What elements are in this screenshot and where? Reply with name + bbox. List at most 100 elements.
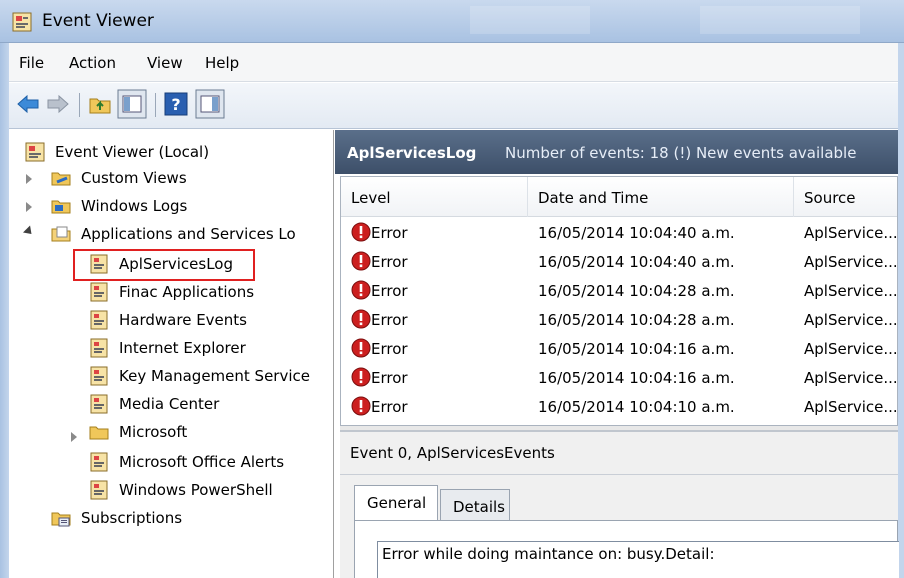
error-icon [351,251,371,271]
toolbar-separator [155,93,156,117]
title-bar: Event Viewer [0,0,904,43]
show-hide-tree-icon[interactable] [117,89,147,119]
tree-item-applications-and-services[interactable]: Applications and Services Lo [51,220,333,248]
cell-level: Error [371,311,408,329]
column-level[interactable]: Level [351,189,391,207]
log-icon [90,310,108,330]
tree-item-media-center[interactable]: Media Center [89,390,329,418]
table-row[interactable]: Error 16/05/2014 10:04:28 a.m. AplServic… [341,306,898,334]
error-icon [351,338,371,358]
window-title: Event Viewer [42,11,154,31]
log-icon [90,338,108,358]
forward-icon[interactable] [45,91,71,117]
event-grid: Level Date and Time Source Error 16/05/2… [340,176,898,426]
log-name: AplServicesLog [347,144,477,162]
column-date-time[interactable]: Date and Time [538,189,648,207]
error-icon [351,396,371,416]
table-row[interactable]: Error 16/05/2014 10:04:28 a.m. AplServic… [341,277,897,305]
cell-datetime: 16/05/2014 10:04:28 a.m. [538,282,735,300]
expand-windows-logs-icon[interactable] [26,202,32,212]
title-bar-glare [700,6,860,34]
tab-label: Details [453,498,506,516]
tree-item-label: Applications and Services Lo [81,225,296,243]
table-row[interactable]: Error 16/05/2014 10:04:40 a.m. AplServic… [341,219,898,247]
expand-custom-views-icon[interactable] [26,174,32,184]
event-viewer-icon [12,12,32,32]
svg-text:?: ? [171,95,180,114]
column-divider[interactable] [793,177,794,217]
column-source[interactable]: Source [804,189,856,207]
cell-datetime: 16/05/2014 10:04:40 a.m. [538,224,735,242]
menu-bar: File Action View Help [9,43,898,82]
tree-item-finac-applications[interactable]: Finac Applications [89,278,329,306]
tree-root[interactable]: Event Viewer (Local) [25,138,325,166]
toolbar: ? [9,83,898,129]
tree-item-windows-logs[interactable]: Windows Logs [51,192,321,220]
tree-item-key-management-service[interactable]: Key Management Service [89,362,333,390]
cell-datetime: 16/05/2014 10:04:40 a.m. [538,253,735,271]
tree-item-label: Microsoft [119,423,188,441]
back-icon[interactable] [15,91,41,117]
log-icon [90,452,108,472]
tree-item-internet-explorer[interactable]: Internet Explorer [89,334,329,362]
expand-microsoft-icon[interactable] [71,432,77,442]
cell-source: AplService... [804,224,898,242]
folder-icon [89,426,109,440]
cell-level: Error [371,253,408,271]
tree-item-label: Key Management Service [119,367,310,385]
event-detail-pane: Event 0, AplServicesEvents General Detai… [340,430,899,578]
toolbar-separator [79,93,80,117]
tree-item-label: Windows PowerShell [119,481,273,499]
tree-root-label: Event Viewer (Local) [55,143,210,161]
window-frame-left [0,43,9,578]
cell-level: Error [371,398,408,416]
subscriptions-icon [51,512,71,527]
cell-source: AplService... [804,340,898,358]
column-divider[interactable] [527,177,528,217]
cell-datetime: 16/05/2014 10:04:16 a.m. [538,369,735,387]
log-icon [90,394,108,414]
tree-item-label: Media Center [119,395,220,413]
event-count: Number of events: 18 (!) New events avai… [505,144,857,162]
table-row[interactable]: Error 16/05/2014 10:04:10 a.m. AplServic… [341,393,897,421]
menu-view[interactable]: View [147,54,183,72]
menu-action[interactable]: Action [69,54,116,72]
title-bar-glare [470,6,590,34]
collapse-applications-icon[interactable] [22,225,36,238]
event-detail-title: Event 0, AplServicesEvents [350,444,555,462]
tree-item-hardware-events[interactable]: Hardware Events [89,306,329,334]
content-header: AplServicesLog Number of events: 18 (!) … [335,130,898,174]
show-hide-action-pane-icon[interactable] [195,89,225,119]
cell-level: Error [371,340,408,358]
tree-item-custom-views[interactable]: Custom Views [51,164,321,192]
table-row[interactable]: Error 16/05/2014 10:04:40 a.m. AplServic… [341,248,898,276]
tree-item-subscriptions[interactable]: Subscriptions [51,504,321,532]
error-icon [351,222,371,242]
table-row[interactable]: Error 16/05/2014 10:04:16 a.m. AplServic… [341,364,897,392]
table-row[interactable]: Error 16/05/2014 10:04:16 a.m. AplServic… [341,335,898,363]
tab-details[interactable]: Details [440,489,510,520]
grid-header: Level Date and Time Source [341,177,897,217]
up-folder-icon[interactable] [87,91,113,117]
tree-item-label: Windows Logs [81,197,188,215]
log-icon [90,480,108,500]
cell-source: AplService... [804,311,898,329]
tree-item-label: Hardware Events [119,311,247,329]
tree-item-label: Finac Applications [119,283,255,301]
tree-item-label: Internet Explorer [119,339,246,357]
event-description-box[interactable]: Error while doing maintance on: busy.Det… [377,541,899,578]
menu-help[interactable]: Help [205,54,239,72]
tree-item-microsoft[interactable]: Microsoft [89,418,329,446]
tree-pane: Event Viewer (Local) Custom Views Window… [9,130,334,578]
divider [340,474,898,475]
folder-icon [51,172,71,186]
cell-source: AplService... [804,253,898,271]
help-icon[interactable]: ? [163,91,189,117]
folder-icon [51,200,71,214]
tree-item-microsoft-office-alerts[interactable]: Microsoft Office Alerts [89,448,329,476]
cell-datetime: 16/05/2014 10:04:10 a.m. [538,398,735,416]
folder-open-icon [51,226,71,242]
tab-general[interactable]: General [354,485,438,521]
menu-file[interactable]: File [19,54,44,72]
tree-item-windows-powershell[interactable]: Windows PowerShell [89,476,329,504]
